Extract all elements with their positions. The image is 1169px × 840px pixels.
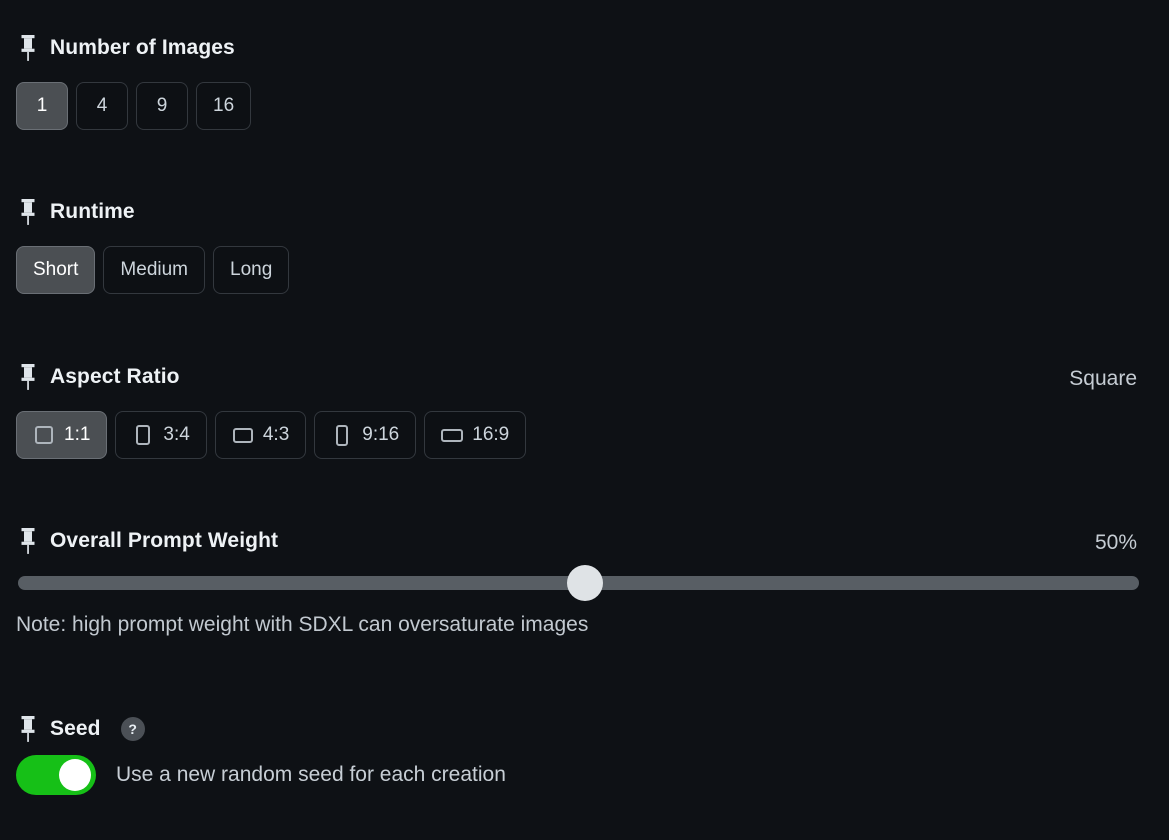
aspect-option-4-3[interactable]: 4:3 [214,411,307,459]
aspect-ratio-value: Square [1069,367,1137,390]
toggle-knob [59,759,91,791]
images-option-16[interactable]: 16 [196,82,252,130]
tall-portrait-ratio-icon [331,423,353,447]
aspect-option-label: 3:4 [163,424,190,445]
prompt-weight-slider[interactable] [16,565,1153,601]
portrait-ratio-icon [132,423,154,447]
section-title: Aspect Ratio [50,365,180,388]
random-seed-toggle[interactable] [16,755,96,795]
runtime-options: Short Medium Long [16,246,290,294]
section-overall-prompt-weight: Overall Prompt Weight 50% Note: high pro… [16,521,1153,637]
pushpin-icon[interactable] [16,197,40,227]
section-title: Seed [50,717,101,740]
square-ratio-icon [33,423,55,447]
aspect-option-label: 9:16 [362,424,400,445]
images-option-9[interactable]: 9 [136,82,188,130]
aspect-ratio-options: 1:1 3:4 4:3 9:16 16:9 [16,411,1153,459]
seed-toggle-row: Use a new random seed for each creation [16,755,1153,795]
section-header: Runtime [16,192,289,232]
landscape-ratio-icon [232,423,254,447]
aspect-option-16-9[interactable]: 16:9 [424,411,527,459]
section-header: Number of Images [16,28,251,68]
section-title: Overall Prompt Weight [50,529,279,552]
settings-panel: Number of Images 1 4 9 16 Runtime Short … [0,0,1169,840]
section-header: Overall Prompt Weight 50% [16,521,1153,561]
section-header: Aspect Ratio Square [16,357,1153,397]
pushpin-icon[interactable] [16,526,40,556]
pushpin-icon[interactable] [16,714,40,744]
pushpin-icon[interactable] [16,362,40,392]
prompt-weight-value: 50% [1094,531,1137,554]
pushpin-icon[interactable] [16,33,40,63]
runtime-option-medium[interactable]: Medium [103,246,205,294]
help-icon[interactable]: ? [120,717,145,741]
aspect-option-9-16[interactable]: 9:16 [314,411,417,459]
random-seed-toggle-label: Use a new random seed for each creation [116,763,506,786]
slider-thumb[interactable] [566,565,603,601]
aspect-option-label: 16:9 [472,424,510,445]
section-aspect-ratio: Aspect Ratio Square 1:1 3:4 4:3 9:16 16:… [16,357,1153,459]
runtime-option-long[interactable]: Long [213,246,290,294]
aspect-option-label: 4:3 [262,424,290,445]
runtime-option-short[interactable]: Short [16,246,96,294]
images-option-4[interactable]: 4 [76,82,128,130]
section-seed: Seed ? Use a new random seed for each cr… [16,709,1153,795]
section-title: Runtime [50,200,135,223]
section-number-of-images: Number of Images 1 4 9 16 [16,28,252,130]
number-of-images-options: 1 4 9 16 [16,82,252,130]
section-header: Seed ? [16,709,1153,749]
images-option-1[interactable]: 1 [16,82,68,130]
aspect-option-label: 1:1 [64,424,91,445]
wide-landscape-ratio-icon [441,423,464,447]
section-runtime: Runtime Short Medium Long [16,192,290,294]
aspect-option-3-4[interactable]: 3:4 [115,411,207,459]
aspect-option-1-1[interactable]: 1:1 [16,411,108,459]
section-title: Number of Images [50,36,235,59]
prompt-weight-note: Note: high prompt weight with SDXL can o… [16,613,589,636]
